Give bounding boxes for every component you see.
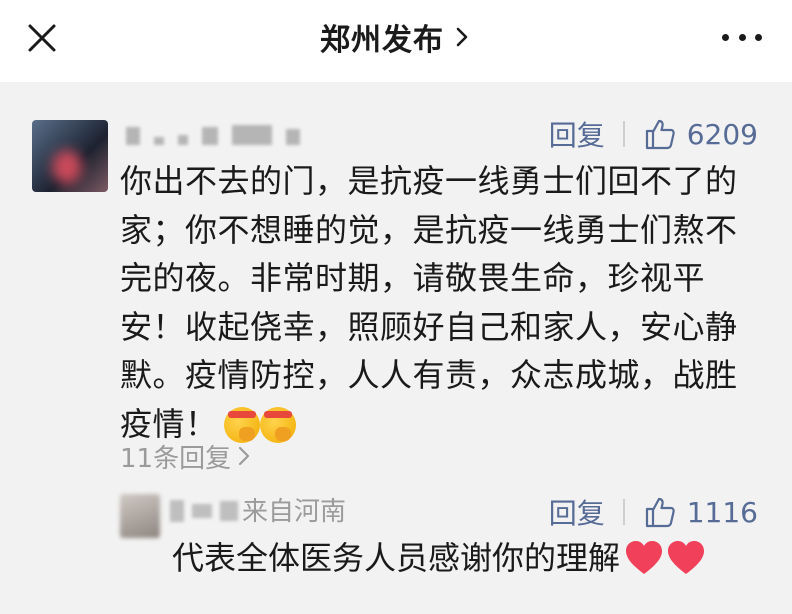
reply-location: 来自河南 xyxy=(242,497,347,527)
heart-icon xyxy=(668,541,705,574)
like-count: 6209 xyxy=(686,117,758,151)
reply-avatar[interactable] xyxy=(120,494,160,538)
avatar[interactable] xyxy=(32,120,108,192)
thumbs-up-icon[interactable] xyxy=(643,117,677,151)
heart-icon xyxy=(626,541,663,574)
reply-username-redacted xyxy=(170,500,238,522)
reply-button[interactable]: 回复 xyxy=(549,492,605,532)
reply-actions: 回复 1116 xyxy=(549,492,758,532)
account-title-link[interactable]: 郑州发布 xyxy=(0,14,792,60)
top-bar: 郑州发布 xyxy=(0,0,792,80)
page-title: 郑州发布 xyxy=(320,23,444,58)
replies-count-label: 11条回复 xyxy=(120,443,232,474)
reply-text: 代表全体医务人员感谢你的理解 xyxy=(172,539,621,577)
more-options-icon[interactable] xyxy=(722,22,762,52)
emoji-group xyxy=(624,539,706,577)
chevron-right-icon xyxy=(456,27,468,47)
reply-text-block: 代表全体医务人员感谢你的理解 xyxy=(172,535,706,581)
determined-face-icon xyxy=(259,406,296,443)
divider xyxy=(622,499,625,525)
chevron-right-icon xyxy=(238,446,250,466)
like-count: 1116 xyxy=(686,495,758,529)
comment-actions: 回复 6209 xyxy=(549,112,758,156)
view-replies-link[interactable]: 11条回复 xyxy=(120,438,251,474)
thumbs-up-icon[interactable] xyxy=(643,495,677,529)
comment-text-block: 你出不去的门，是抗疫一线勇士们回不了的家；你不想睡的觉，是抗疫一线勇士们熬不完的… xyxy=(120,157,760,448)
comment-text: 你出不去的门，是抗疫一线勇士们回不了的家；你不想睡的觉，是抗疫一线勇士们熬不完的… xyxy=(120,162,738,443)
username-redacted xyxy=(126,125,300,145)
reply-button[interactable]: 回复 xyxy=(549,114,605,154)
divider xyxy=(622,121,625,147)
